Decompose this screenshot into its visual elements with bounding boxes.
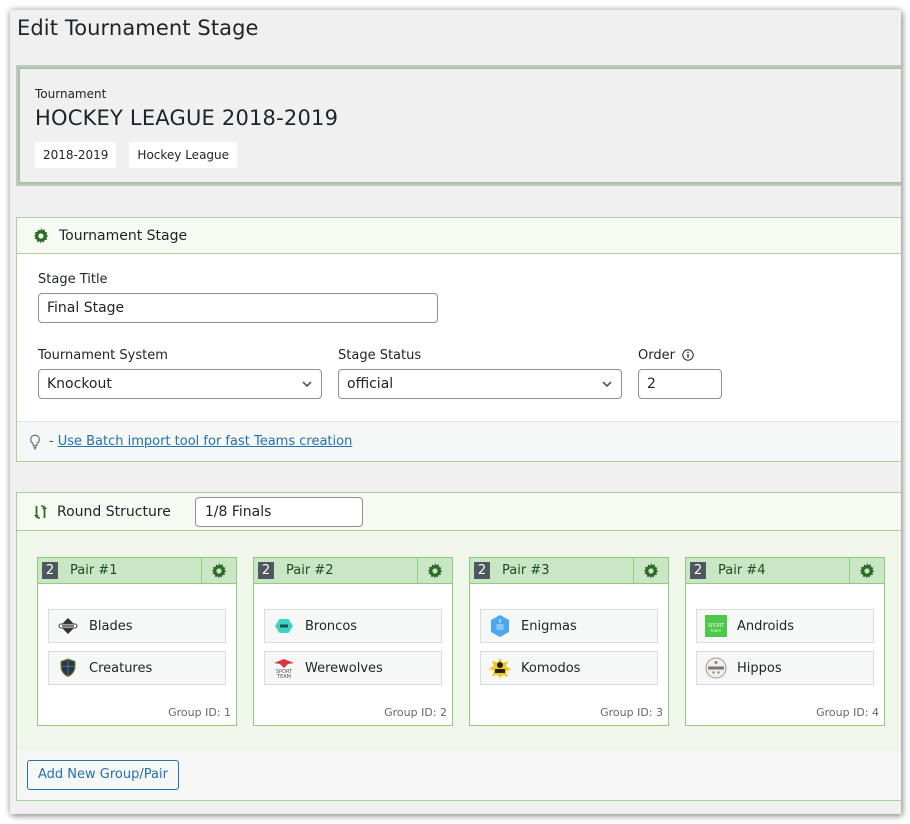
team-item[interactable]: Enigmas <box>480 609 658 643</box>
komodos-logo-icon <box>489 657 511 679</box>
gear-icon <box>33 227 49 243</box>
gear-icon <box>643 562 659 578</box>
round-number-badge: 2 <box>42 562 58 579</box>
tournament-label: Tournament <box>35 87 107 101</box>
tip-prefix: - <box>49 434 54 449</box>
broncos-logo-icon <box>273 615 295 637</box>
info-icon[interactable] <box>682 349 694 361</box>
group-id: Group ID: 4 <box>816 706 879 719</box>
chevron-down-icon <box>602 381 612 388</box>
pair-settings-button[interactable] <box>417 558 452 583</box>
pair-header: 2 Pair #2 <box>254 558 452 584</box>
pair-header: 2 Pair #1 <box>38 558 236 584</box>
league-tag: Hockey League <box>129 142 238 168</box>
tournament-system-select[interactable]: Knockout <box>38 369 322 399</box>
svg-text:TEAM: TEAM <box>276 674 291 679</box>
order-label-text: Order <box>638 348 675 363</box>
lightbulb-icon <box>30 434 40 449</box>
team-name: Hippos <box>737 660 782 676</box>
stage-title-label: Stage Title <box>38 272 108 287</box>
gear-icon <box>211 562 227 578</box>
gear-icon <box>427 562 443 578</box>
batch-import-tip: - Use Batch import tool for fast Teams c… <box>17 421 901 461</box>
pair-settings-button[interactable] <box>201 558 236 583</box>
group-id: Group ID: 2 <box>384 706 447 719</box>
group-id: Group ID: 1 <box>168 706 231 719</box>
pair-card: 2 Pair #2 Broncos SPORT TEAM Werewolves … <box>253 557 453 726</box>
werewolves-logo-icon: SPORT TEAM <box>273 657 295 679</box>
pair-card: 2 Pair #4 SPORT team Androids Hippos Gro… <box>685 557 885 726</box>
pair-card: 2 Pair #3 Enigmas Komodos Group ID: 3 <box>469 557 669 726</box>
stage-status-select[interactable]: official <box>338 369 622 399</box>
order-input[interactable]: 2 <box>638 369 722 399</box>
tournament-panel: Tournament HOCKEY LEAGUE 2018-2019 2018-… <box>16 65 901 186</box>
team-name: Werewolves <box>305 660 383 676</box>
tournament-name: HOCKEY LEAGUE 2018-2019 <box>35 106 339 130</box>
team-name: Enigmas <box>521 618 577 634</box>
team-name: Androids <box>737 618 795 634</box>
team-name: Creatures <box>89 660 153 676</box>
round-structure-title: Round Structure <box>57 503 171 520</box>
team-name: Broncos <box>305 618 358 634</box>
hippos-logo-icon <box>705 657 727 679</box>
round-number-badge: 2 <box>474 562 490 579</box>
tournament-system-value: Knockout <box>47 376 112 392</box>
team-item[interactable]: SPORT TEAM Werewolves <box>264 651 442 685</box>
pairs-area: 2 Pair #1 Blades Creatures Group ID: 1 2… <box>17 531 901 750</box>
pair-title: Pair #1 <box>70 563 118 578</box>
group-id: Group ID: 3 <box>600 706 663 719</box>
pair-settings-button[interactable] <box>633 558 668 583</box>
edit-stage-window: Edit Tournament Stage Tournament HOCKEY … <box>10 10 901 814</box>
pair-header: 2 Pair #4 <box>686 558 884 584</box>
round-name-input[interactable]: 1/8 Finals <box>194 496 363 527</box>
batch-import-link[interactable]: Use Batch import tool for fast Teams cre… <box>58 434 353 449</box>
tournament-system-label: Tournament System <box>38 348 168 363</box>
team-item[interactable]: Blades <box>48 609 226 643</box>
season-tag: 2018-2019 <box>35 142 117 168</box>
team-item[interactable]: Hippos <box>696 651 874 685</box>
round-number-badge: 2 <box>690 562 706 579</box>
tournament-stage-box: Tournament Stage Stage Title Final Stage… <box>16 217 901 462</box>
blades-logo-icon <box>57 615 79 637</box>
tournament-stage-header: Tournament Stage <box>17 218 901 254</box>
stage-title-input[interactable]: Final Stage <box>38 293 438 323</box>
chevron-down-icon <box>302 381 312 388</box>
stage-status-value: official <box>347 376 394 392</box>
pair-header: 2 Pair #3 <box>470 558 668 584</box>
stage-status-label: Stage Status <box>338 348 422 363</box>
gear-icon <box>859 562 875 578</box>
tournament-stage-title: Tournament Stage <box>59 227 188 244</box>
page-title: Edit Tournament Stage <box>17 16 259 40</box>
team-name: Blades <box>89 618 133 634</box>
round-number-badge: 2 <box>258 562 274 579</box>
team-name: Komodos <box>521 660 581 676</box>
add-new-group-pair-button[interactable]: Add New Group/Pair <box>27 760 179 790</box>
team-item[interactable]: Broncos <box>264 609 442 643</box>
pair-title: Pair #2 <box>286 563 334 578</box>
enigmas-logo-icon <box>489 615 511 637</box>
pair-settings-button[interactable] <box>849 558 884 583</box>
round-structure-header: Round Structure 1/8 Finals <box>17 493 901 531</box>
svg-text:team: team <box>711 628 721 633</box>
team-item[interactable]: Creatures <box>48 651 226 685</box>
team-item[interactable]: SPORT team Androids <box>696 609 874 643</box>
sync-icon <box>34 504 47 519</box>
pair-title: Pair #4 <box>718 563 766 578</box>
pair-title: Pair #3 <box>502 563 550 578</box>
pair-card: 2 Pair #1 Blades Creatures Group ID: 1 <box>37 557 237 726</box>
team-item[interactable]: Komodos <box>480 651 658 685</box>
order-label: Order <box>638 348 694 363</box>
tournament-tags: 2018-2019 Hockey League <box>35 142 238 168</box>
round-structure-box: Round Structure 1/8 Finals 2 Pair #1 Bla… <box>16 492 901 801</box>
androids-logo-icon: SPORT team <box>705 615 727 637</box>
creatures-logo-icon <box>57 657 79 679</box>
